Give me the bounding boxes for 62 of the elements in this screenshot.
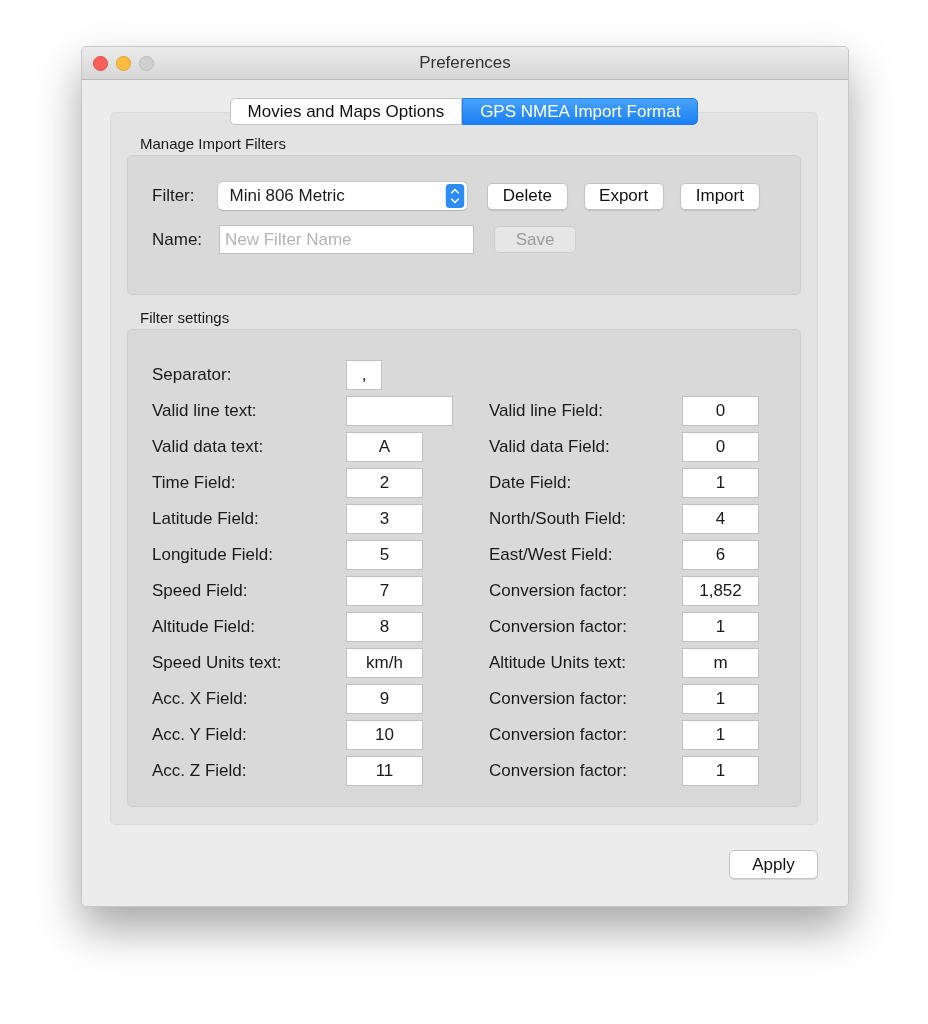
text-field[interactable]: 7 [346,576,423,606]
field-label: Date Field: [489,473,573,493]
field-label: Valid data Field: [489,437,611,457]
text-field[interactable]: 0 [682,432,759,462]
field-label: Acc. Y Field: [152,725,248,745]
text-field[interactable]: 11 [346,756,423,786]
text-field[interactable]: 8 [346,612,423,642]
section-title: Filter settings [140,309,230,326]
field-label: Latitude Field: [152,509,260,529]
field-label: Acc. Z Field: [152,761,248,781]
text-field[interactable]: 6 [682,540,759,570]
text-field[interactable]: 1 [682,684,759,714]
text-field[interactable]: m [682,648,759,678]
text-field[interactable]: 9 [346,684,423,714]
name-label: Name: [152,229,204,250]
text-field[interactable]: 5 [346,540,423,570]
filter-label: Filter: [152,186,196,206]
zoom-icon[interactable] [139,55,154,71]
text-field[interactable]: 1,852 [682,576,759,606]
action-button[interactable]: Import [679,182,760,210]
field-label: Separator: [152,365,233,385]
text-field[interactable]: 1 [682,720,759,750]
action-button[interactable]: Export [583,182,664,210]
section-title: Manage Import Filters [140,135,286,152]
text-field[interactable]: 0 [682,396,759,426]
field-label: Conversion factor: [489,581,628,601]
window-title: Preferences [419,53,511,73]
field-label: Conversion factor: [489,689,628,709]
text-field[interactable]: km/h [346,648,423,678]
field-label: Speed Units text: [152,653,283,673]
filter-dropdown[interactable]: Mini 806 Metric [217,182,468,210]
field-label: Conversion factor: [489,617,628,637]
field-label: Acc. X Field: [152,689,249,709]
text-field[interactable]: 1 [682,468,759,498]
text-field[interactable]: 1 [682,756,759,786]
text-field[interactable]: 4 [682,504,759,534]
field-label: Valid line Field: [489,401,605,421]
apply-button[interactable]: Apply [729,850,818,879]
field-label: Time Field: [152,473,237,493]
field-label: North/South Field: [489,509,627,529]
field-label: Altitude Field: [152,617,256,637]
field-label: Speed Field: [152,581,249,601]
minimize-icon[interactable] [116,55,131,71]
text-field[interactable]: A [346,432,423,462]
chevron-icon [445,184,466,208]
field-label: Conversion factor: [489,725,628,745]
text-field[interactable]: 2 [346,468,423,498]
field-label: Altitude Units text: [489,653,627,673]
text-field[interactable] [346,396,453,426]
tab[interactable]: Movies and Maps Options [229,98,463,125]
name-field[interactable]: New Filter Name [219,225,474,254]
field-label: Valid data text: [152,437,265,457]
text-field[interactable]: , [346,360,382,390]
text-field[interactable]: 10 [346,720,423,750]
field-label: East/West Field: [489,545,614,565]
close-icon[interactable] [93,55,108,71]
field-label: Conversion factor: [489,761,628,781]
text-field[interactable]: 3 [346,504,423,534]
text-field[interactable]: 1 [682,612,759,642]
field-label: Longitude Field: [152,545,274,565]
field-label: Valid line text: [152,401,258,421]
action-button[interactable]: Delete [487,182,568,210]
